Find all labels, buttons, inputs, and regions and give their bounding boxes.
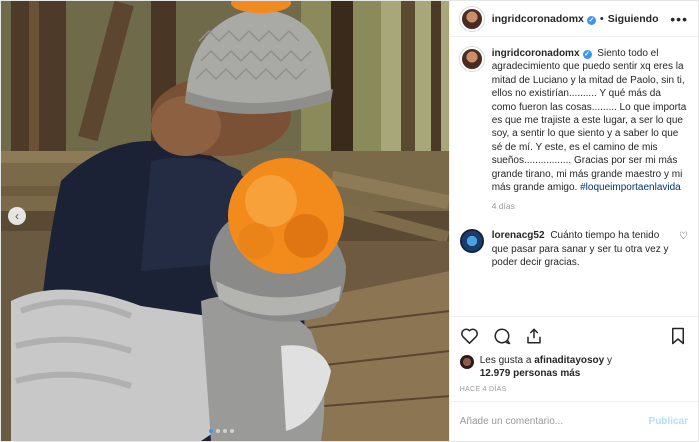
caption-author-avatar[interactable] [459,47,484,71]
carousel-prev-button[interactable]: ‹ [8,207,26,225]
post-header: ingridcoronadomx ✓ • Siguiendo ••• [449,1,698,37]
caption-body: Siento todo el agradecimiento que puedo … [491,48,687,194]
add-comment-bar: Publicar [449,401,698,441]
verified-badge-icon: ✓ [586,15,596,25]
caption-text: ingridcoronadomx ✓ Siento todo el agradec… [492,47,688,194]
share-icon[interactable] [524,326,544,346]
comment-item: lorenacg52 Cuánto tiempo ha tenido que p… [459,229,688,269]
commenter-username[interactable]: lorenacg52 [492,230,545,241]
liker-username-link[interactable]: afinaditayosoy [534,355,604,366]
comments-section: ingridcoronadomx ✓ Siento todo el agradec… [450,37,698,316]
carousel-dot [209,429,213,433]
post-date: HACE 4 DÍAS [459,386,507,393]
author-avatar[interactable] [459,6,484,31]
heart-icon[interactable] [460,326,480,346]
photo-illustration [1,1,449,441]
comment-text: lorenacg52 Cuánto tiempo ha tenido que p… [492,229,688,269]
comment-icon[interactable] [492,326,512,346]
likes-count-link[interactable]: 12.979 personas más [480,368,581,379]
commenter-avatar[interactable] [459,229,484,254]
verified-badge-icon: ✓ [582,50,592,59]
carousel-indicator [209,429,234,433]
caption-time: 4 días [491,201,515,212]
comment-like-icon[interactable]: ♡ [679,231,688,242]
carousel-dot [216,429,220,433]
bookmark-icon[interactable] [668,326,688,346]
post-photo[interactable]: ‹ [1,1,449,441]
caption-hashtag-link[interactable]: #loqueimportaenlavida [580,182,681,193]
likes-summary: Les gusta a afinaditayosoy y 12.979 pers… [450,354,698,380]
post-actions-bar [449,316,698,354]
follow-status-button[interactable]: Siguiendo [608,13,659,25]
post-sidebar: ingridcoronadomx ✓ • Siguiendo ••• ingrid… [448,1,698,441]
caption-username[interactable]: ingridcoronadomx ✓ [492,48,592,59]
liker-avatar[interactable] [459,355,474,369]
publish-button[interactable]: Publicar [649,416,688,427]
add-comment-input[interactable] [459,416,649,427]
carousel-dot [230,429,234,433]
instagram-post: ‹ ingridcoronadomx ✓ • Siguiendo ••• ingr… [0,0,699,442]
post-caption: ingridcoronadomx ✓ Siento todo el agradec… [459,47,688,212]
likes-text: Les gusta a afinaditayosoy y 12.979 pers… [479,355,613,379]
author-username[interactable]: ingridcoronadomx ✓ [492,13,596,25]
carousel-dot [223,429,227,433]
header-separator: • [599,12,604,25]
more-options-icon[interactable]: ••• [670,11,688,27]
